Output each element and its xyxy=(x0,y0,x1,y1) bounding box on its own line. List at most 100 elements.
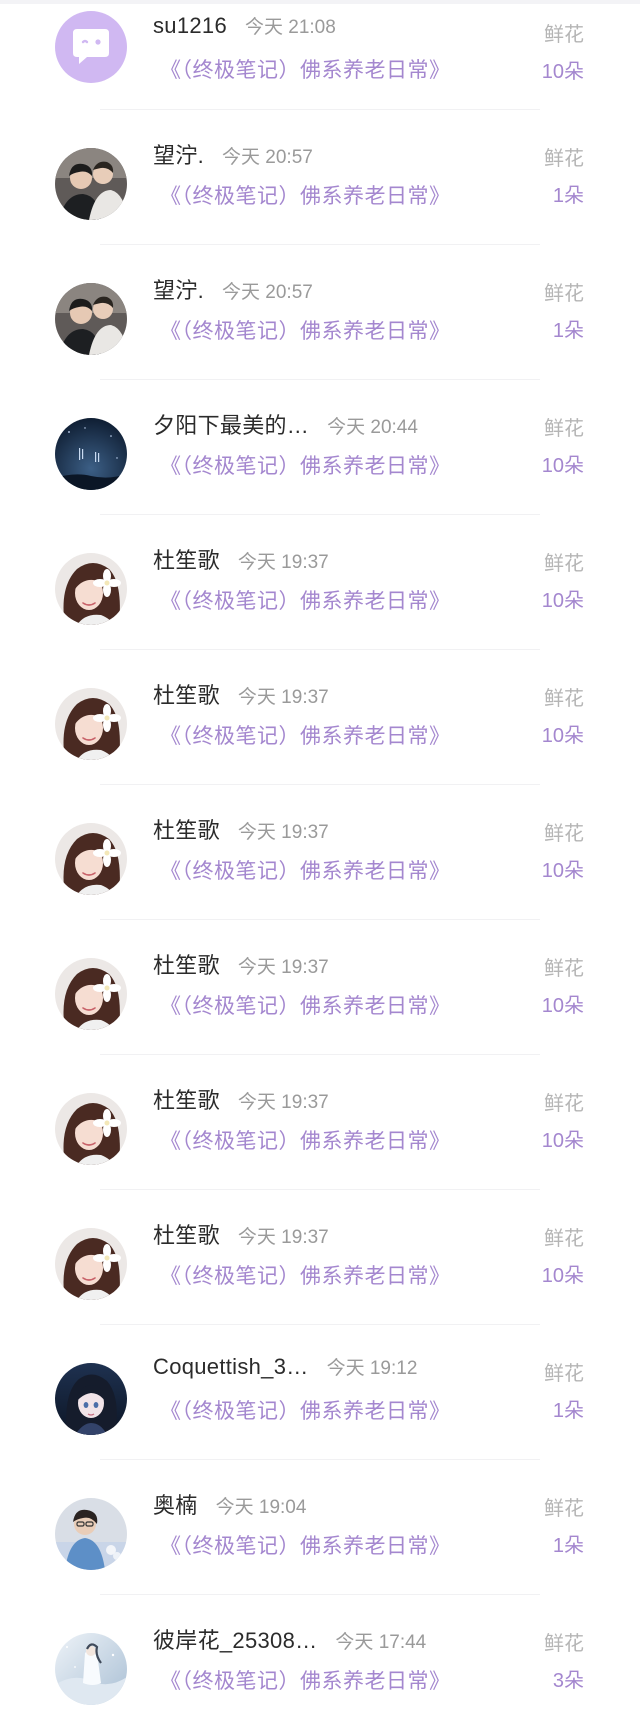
couple-photo xyxy=(55,148,127,220)
avatar[interactable] xyxy=(55,418,127,490)
flower-count: 10朵 xyxy=(541,1130,584,1152)
flower-label: 鲜花 xyxy=(544,1228,584,1250)
avatar[interactable] xyxy=(55,958,127,1030)
list-item[interactable]: su1216 今天 21:08 《（终极笔记）佛系养老日常》 鲜花 10朵 xyxy=(0,0,640,110)
username[interactable]: 望泞. xyxy=(153,138,204,170)
book-title-link[interactable]: 《（终极笔记）佛系养老日常》 xyxy=(160,855,451,885)
girl-flower-photo xyxy=(55,958,127,1030)
avatar[interactable] xyxy=(55,148,127,220)
anime-girl-photo xyxy=(55,1363,127,1435)
flower-count: 10朵 xyxy=(541,1265,584,1287)
username[interactable]: 杜笙歌 xyxy=(153,1083,220,1115)
girl-flower-photo xyxy=(55,1228,127,1300)
list-item[interactable]: 望泞. 今天 20:57 《（终极笔记）佛系养老日常》 鲜花 1朵 xyxy=(0,110,640,245)
snow-scene-photo xyxy=(55,1633,127,1705)
avatar[interactable] xyxy=(55,1093,127,1165)
person-photo xyxy=(55,1498,127,1570)
girl-flower-photo xyxy=(55,553,127,625)
book-title-link[interactable]: 《（终极笔记）佛系养老日常》 xyxy=(160,315,451,345)
book-title-link[interactable]: 《（终极笔记）佛系养老日常》 xyxy=(160,1260,451,1290)
username[interactable]: 杜笙歌 xyxy=(153,1218,220,1250)
list-item[interactable]: 杜笙歌 今天 19:37 《（终极笔记）佛系养老日常》 鲜花 10朵 xyxy=(0,1055,640,1190)
timestamp: 今天 19:37 xyxy=(237,552,329,573)
username[interactable]: 夕阳下最美的… xyxy=(153,408,309,440)
list-item[interactable]: 望泞. 今天 20:57 《（终极笔记）佛系养老日常》 鲜花 1朵 xyxy=(0,245,640,380)
flower-label: 鲜花 xyxy=(544,148,584,170)
flower-count: 10朵 xyxy=(541,725,584,747)
username[interactable]: 望泞. xyxy=(153,273,204,305)
book-title-link[interactable]: 《（终极笔记）佛系养老日常》 xyxy=(160,1530,451,1560)
avatar[interactable] xyxy=(55,1498,127,1570)
timestamp: 今天 17:44 xyxy=(335,1632,427,1653)
timestamp: 今天 21:08 xyxy=(244,17,336,38)
avatar[interactable] xyxy=(55,1228,127,1300)
username[interactable]: 奥楠 xyxy=(153,1488,198,1520)
list-item[interactable]: 奥楠 今天 19:04 《（终极笔记）佛系养老日常》 鲜花 1朵 xyxy=(0,1460,640,1595)
list-item[interactable]: 杜笙歌 今天 19:37 《（终极笔记）佛系养老日常》 鲜花 10朵 xyxy=(0,920,640,1055)
list-item[interactable]: 杜笙歌 今天 19:37 《（终极笔记）佛系养老日常》 鲜花 10朵 xyxy=(0,650,640,785)
book-title-link[interactable]: 《（终极笔记）佛系养老日常》 xyxy=(160,720,451,750)
username[interactable]: su1216 xyxy=(153,13,227,39)
flower-label: 鲜花 xyxy=(544,1633,584,1655)
avatar[interactable] xyxy=(55,688,127,760)
book-title-link[interactable]: 《（终极笔记）佛系养老日常》 xyxy=(160,1665,451,1695)
flower-count: 10朵 xyxy=(541,995,584,1017)
username[interactable]: 杜笙歌 xyxy=(153,813,220,845)
avatar[interactable] xyxy=(55,11,127,83)
avatar[interactable] xyxy=(55,1633,127,1705)
book-title-link[interactable]: 《（终极笔记）佛系养老日常》 xyxy=(160,54,451,84)
list-item[interactable]: 杜笙歌 今天 19:37 《（终极笔记）佛系养老日常》 鲜花 10朵 xyxy=(0,515,640,650)
flower-label: 鲜花 xyxy=(544,283,584,305)
flower-label: 鲜花 xyxy=(544,1498,584,1520)
flower-label: 鲜花 xyxy=(544,1363,584,1385)
timestamp: 今天 19:37 xyxy=(237,1092,329,1113)
flower-count: 3朵 xyxy=(552,1670,584,1692)
timestamp: 今天 19:04 xyxy=(215,1497,307,1518)
book-title-link[interactable]: 《（终极笔记）佛系养老日常》 xyxy=(160,585,451,615)
timestamp: 今天 19:12 xyxy=(326,1358,418,1379)
avatar[interactable] xyxy=(55,1363,127,1435)
timestamp: 今天 19:37 xyxy=(237,822,329,843)
timestamp: 今天 19:37 xyxy=(237,957,329,978)
night-sky-photo xyxy=(55,418,127,490)
flower-count: 10朵 xyxy=(541,590,584,612)
girl-flower-photo xyxy=(55,823,127,895)
avatar[interactable] xyxy=(55,283,127,355)
timestamp: 今天 19:37 xyxy=(237,1227,329,1248)
book-title-link[interactable]: 《（终极笔记）佛系养老日常》 xyxy=(160,1125,451,1155)
flower-label: 鲜花 xyxy=(544,24,584,46)
flower-count: 10朵 xyxy=(541,61,584,83)
timestamp: 今天 20:57 xyxy=(222,282,313,303)
list-item[interactable]: 杜笙歌 今天 19:37 《（终极笔记）佛系养老日常》 鲜花 10朵 xyxy=(0,785,640,920)
timestamp: 今天 19:37 xyxy=(237,687,329,708)
flower-label: 鲜花 xyxy=(544,1093,584,1115)
username[interactable]: 杜笙歌 xyxy=(153,543,220,575)
girl-flower-photo xyxy=(55,688,127,760)
chat-bubble-icon xyxy=(55,11,127,83)
flower-label: 鲜花 xyxy=(544,823,584,845)
list-item[interactable]: 杜笙歌 今天 19:37 《（终极笔记）佛系养老日常》 鲜花 10朵 xyxy=(0,1190,640,1325)
list-item[interactable]: 彼岸花_25308… 今天 17:44 《（终极笔记）佛系养老日常》 鲜花 3朵 xyxy=(0,1595,640,1730)
flower-label: 鲜花 xyxy=(544,553,584,575)
flower-count: 1朵 xyxy=(552,1535,584,1557)
username[interactable]: 彼岸花_25308… xyxy=(153,1623,317,1655)
avatar[interactable] xyxy=(55,823,127,895)
flower-label: 鲜花 xyxy=(544,688,584,710)
couple-photo xyxy=(55,283,127,355)
book-title-link[interactable]: 《（终极笔记）佛系养老日常》 xyxy=(160,990,451,1020)
avatar[interactable] xyxy=(55,553,127,625)
username[interactable]: 杜笙歌 xyxy=(153,678,220,710)
list-item[interactable]: Coquettish_3… 今天 19:12 《（终极笔记）佛系养老日常》 鲜花… xyxy=(0,1325,640,1460)
flower-count: 10朵 xyxy=(541,860,584,882)
flower-label: 鲜花 xyxy=(544,958,584,980)
flower-count: 1朵 xyxy=(552,320,584,342)
username[interactable]: Coquettish_3… xyxy=(153,1354,309,1380)
book-title-link[interactable]: 《（终极笔记）佛系养老日常》 xyxy=(160,450,451,480)
flower-label: 鲜花 xyxy=(544,418,584,440)
book-title-link[interactable]: 《（终极笔记）佛系养老日常》 xyxy=(160,180,451,210)
girl-flower-photo xyxy=(55,1093,127,1165)
username[interactable]: 杜笙歌 xyxy=(153,948,220,980)
list-item[interactable]: 夕阳下最美的… 今天 20:44 《（终极笔记）佛系养老日常》 鲜花 10朵 xyxy=(0,380,640,515)
book-title-link[interactable]: 《（终极笔记）佛系养老日常》 xyxy=(160,1395,451,1425)
flower-count: 1朵 xyxy=(552,1400,584,1422)
